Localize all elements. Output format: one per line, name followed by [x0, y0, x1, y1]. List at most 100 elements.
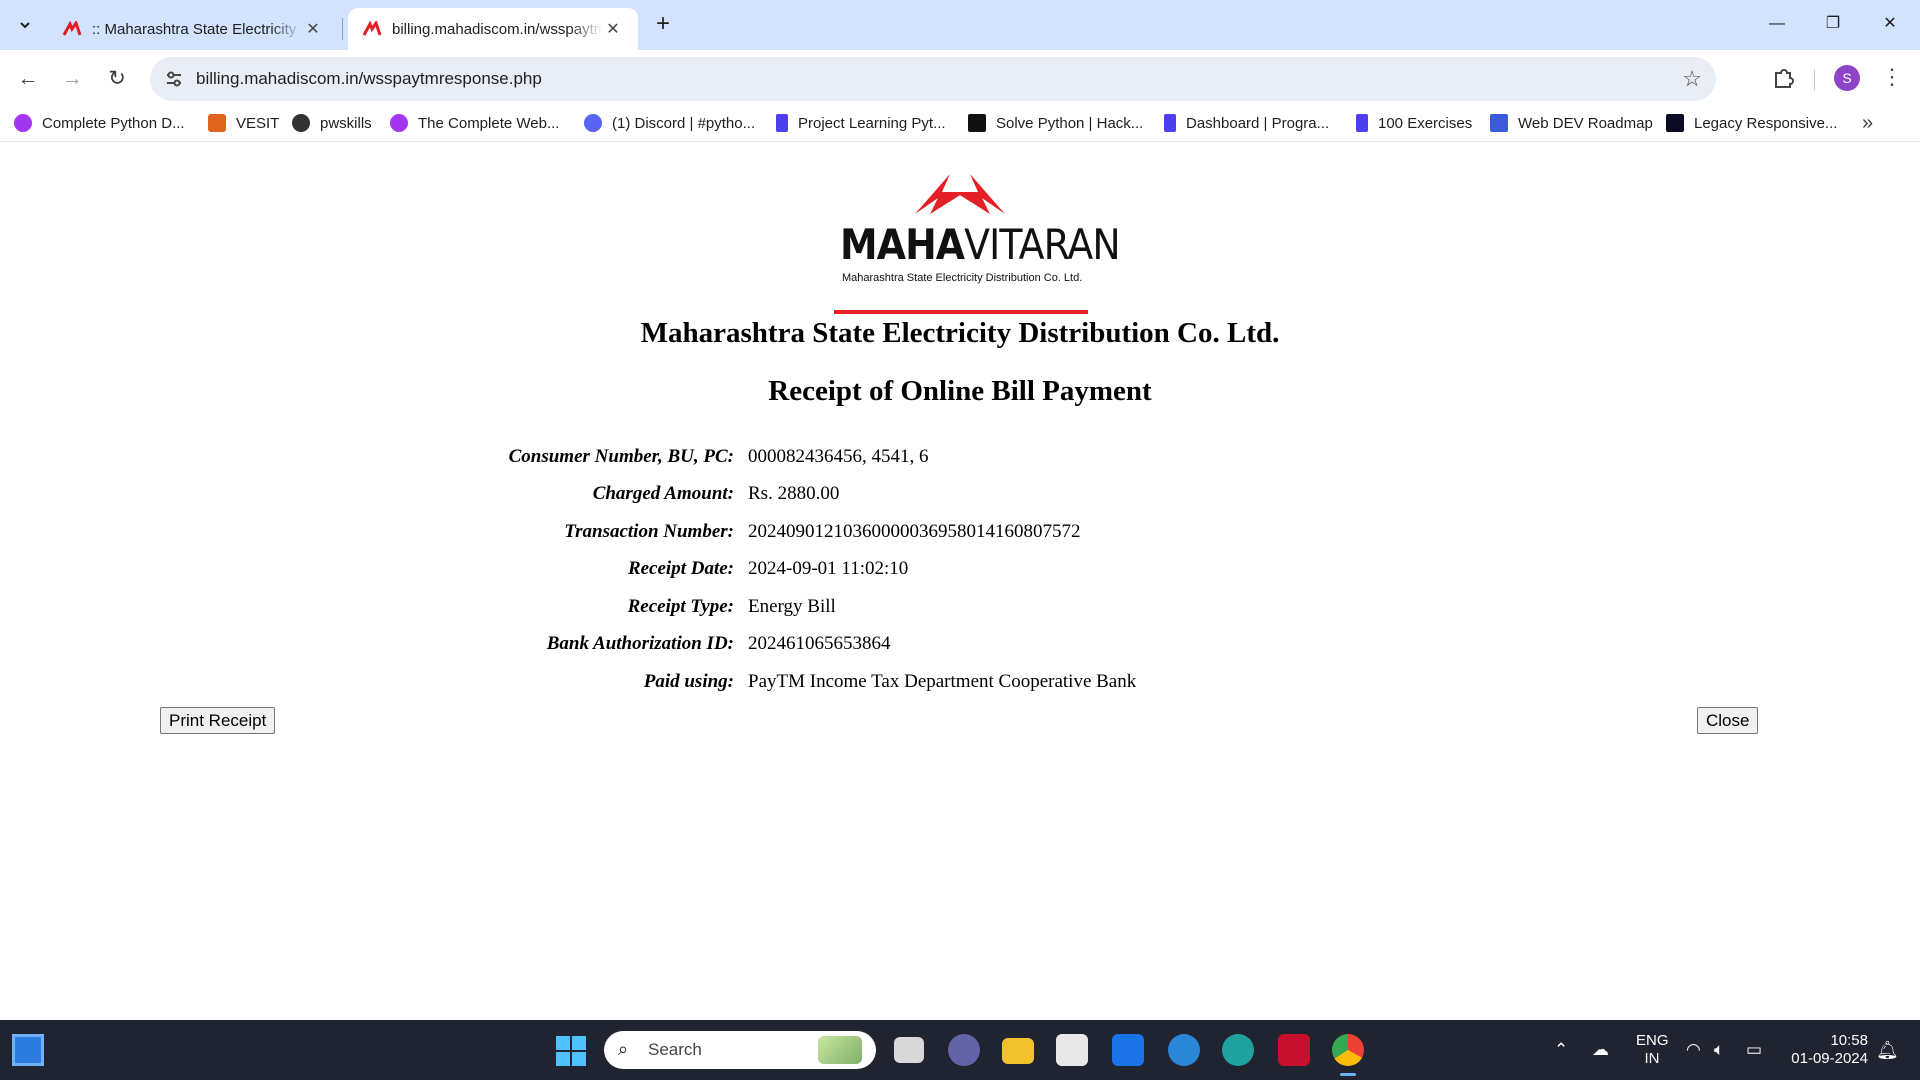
chevron-down-icon [20, 22, 30, 29]
freecodecamp-icon [1666, 114, 1684, 132]
region-code: IN [1644, 1050, 1660, 1067]
tab-strip: :: Maharashtra State Electricity D ✕ bil… [0, 0, 1920, 50]
wifi-icon[interactable]: ◠ [1686, 1040, 1701, 1060]
file-explorer-icon[interactable] [1002, 1038, 1034, 1064]
windows-start-icon[interactable] [556, 1036, 586, 1066]
table-row: Transaction Number: 20240901210360000036… [380, 513, 1136, 551]
minimize-button[interactable]: — [1757, 8, 1797, 40]
bookmark-star-icon[interactable]: ☆ [1682, 66, 1702, 92]
new-tab-button[interactable]: + [648, 10, 678, 40]
back-button[interactable]: ← [13, 64, 43, 94]
site-info-icon[interactable] [164, 69, 184, 89]
bookmark-item[interactable]: VESIT [208, 114, 279, 132]
bookmark-item[interactable]: 100 Exercises [1356, 114, 1472, 132]
bookmark-label: Complete Python D... [42, 114, 185, 132]
field-value: 202461065653864 [748, 633, 891, 655]
language-indicator[interactable]: ENG IN [1636, 1032, 1669, 1068]
clock-date: 01-09-2024 [1791, 1050, 1868, 1067]
profile-avatar[interactable]: S [1834, 65, 1860, 91]
close-button[interactable]: Close [1697, 707, 1759, 734]
hackerrank-icon [968, 114, 986, 132]
field-value: PayTM Income Tax Department Cooperative … [748, 670, 1137, 692]
bookmark-item[interactable]: Web DEV Roadmap [1490, 114, 1653, 132]
bookmark-item[interactable]: pwskills [292, 114, 372, 132]
teams-chat-icon[interactable] [948, 1034, 980, 1066]
mahavitaran-favicon-icon [62, 21, 82, 36]
onedrive-icon[interactable]: ☁ [1592, 1040, 1609, 1060]
close-window-button[interactable]: ✕ [1870, 8, 1910, 40]
field-value: 000082436456, 4541, 6 [748, 445, 929, 467]
show-hidden-icons-icon[interactable]: ⌃ [1554, 1040, 1568, 1060]
mcafee-icon[interactable] [1278, 1034, 1310, 1066]
edge-browser-icon[interactable] [1222, 1034, 1254, 1066]
forward-button[interactable]: → [57, 64, 87, 94]
bookmark-item[interactable]: Project Learning Pyt... [776, 114, 946, 132]
logo-maha: MAHA [840, 220, 965, 269]
active-app-indicator [1340, 1073, 1356, 1076]
close-tab-icon[interactable]: ✕ [602, 19, 624, 39]
bookmark-label: Solve Python | Hack... [996, 114, 1144, 132]
bookmark-item[interactable]: The Complete Web... [390, 114, 559, 132]
roadmap-icon [1490, 114, 1508, 132]
search-placeholder: Search [648, 1040, 702, 1059]
field-label: Paid using: [643, 670, 734, 692]
volume-icon[interactable]: 🔈︎ [1714, 1040, 1724, 1060]
field-label: Charged Amount: [592, 483, 734, 505]
taskbar-search-box[interactable]: ⌕ Search [604, 1031, 876, 1069]
bookmark-item[interactable]: Legacy Responsive... [1666, 114, 1837, 132]
tab-search-button[interactable] [10, 11, 40, 39]
browser-toolbar: ← → ↻ billing.mahadiscom.in/wsspaytmresp… [0, 50, 1920, 108]
bookmark-label: VESIT [236, 114, 280, 132]
vesit-icon [208, 114, 226, 132]
address-bar[interactable]: billing.mahadiscom.in/wsspaytmresponse.p… [150, 57, 1716, 101]
task-view-icon[interactable] [894, 1037, 924, 1063]
microsoft-store-icon[interactable] [1056, 1034, 1088, 1066]
extensions-puzzle-icon[interactable] [1768, 63, 1798, 93]
bookmark-label: pwskills [320, 114, 372, 132]
url-text[interactable]: billing.mahadiscom.in/wsspaytmresponse.p… [196, 69, 542, 89]
field-label: Receipt Type: [627, 595, 734, 617]
logo-subtitle: Maharashtra State Electricity Distributi… [842, 272, 1083, 284]
more-bookmarks-icon[interactable]: » [1862, 112, 1873, 135]
receipt-details-table: Consumer Number, BU, PC: 000082436456, 4… [380, 438, 1137, 701]
system-clock[interactable]: 10:58 01-09-2024 [1784, 1032, 1868, 1068]
clock-time: 10:58 [1830, 1032, 1868, 1049]
close-tab-icon[interactable]: ✕ [302, 19, 324, 39]
receipt-title: Receipt of Online Bill Payment [768, 375, 1152, 407]
bookmark-item[interactable]: (1) Discord | #pytho... [584, 114, 755, 132]
restore-button[interactable]: ❐ [1813, 8, 1853, 40]
table-row: Consumer Number, BU, PC: 000082436456, 4… [380, 438, 1136, 476]
bookmark-item[interactable]: Complete Python D... [14, 114, 185, 132]
table-row: Receipt Type: Energy Bill [380, 588, 1136, 626]
field-value: 2024-09-01 11:02:10 [748, 558, 909, 580]
widgets-icon[interactable] [12, 1034, 44, 1066]
chrome-icon[interactable] [1332, 1034, 1364, 1066]
bookmark-label: Project Learning Pyt... [798, 114, 946, 132]
search-icon: ⌕ [618, 1039, 629, 1059]
logo-underline [834, 310, 1088, 314]
tab-title: billing.mahadiscom.in/wsspaytm [392, 20, 602, 38]
reload-button[interactable]: ↻ [102, 64, 132, 94]
language-code: ENG [1636, 1032, 1669, 1049]
bookmark-label: Dashboard | Progra... [1186, 114, 1330, 132]
field-label: Receipt Date: [627, 558, 734, 580]
bookmarks-bar: Complete Python D... VESIT pwskills The … [0, 108, 1920, 142]
notifications-bell-icon[interactable]: 🔔︎ [1876, 1040, 1899, 1061]
get-help-icon[interactable] [1168, 1034, 1200, 1066]
myhp-icon[interactable] [1112, 1034, 1144, 1066]
discord-icon [584, 114, 602, 132]
table-row: Paid using: PayTM Income Tax Department … [380, 663, 1137, 701]
mahavitaran-favicon-icon [362, 21, 382, 36]
more-menu-icon[interactable]: ⋮ [1880, 63, 1904, 93]
field-label: Consumer Number, BU, PC: [508, 445, 734, 467]
field-label: Transaction Number: [564, 520, 734, 542]
battery-icon[interactable]: ▭ [1746, 1040, 1762, 1060]
tab-msedcl-home[interactable]: :: Maharashtra State Electricity D ✕ [48, 8, 338, 50]
bookmark-item[interactable]: Dashboard | Progra... [1164, 114, 1329, 132]
bookmark-item[interactable]: Solve Python | Hack... [968, 114, 1143, 132]
lightning-bolts-icon [915, 174, 1005, 214]
tab-billing[interactable]: billing.mahadiscom.in/wsspaytm ✕ [348, 8, 638, 50]
print-receipt-button[interactable]: Print Receipt [160, 707, 276, 734]
field-value: Rs. 2880.00 [748, 483, 840, 505]
bookmark-label: Web DEV Roadmap [1518, 114, 1653, 132]
